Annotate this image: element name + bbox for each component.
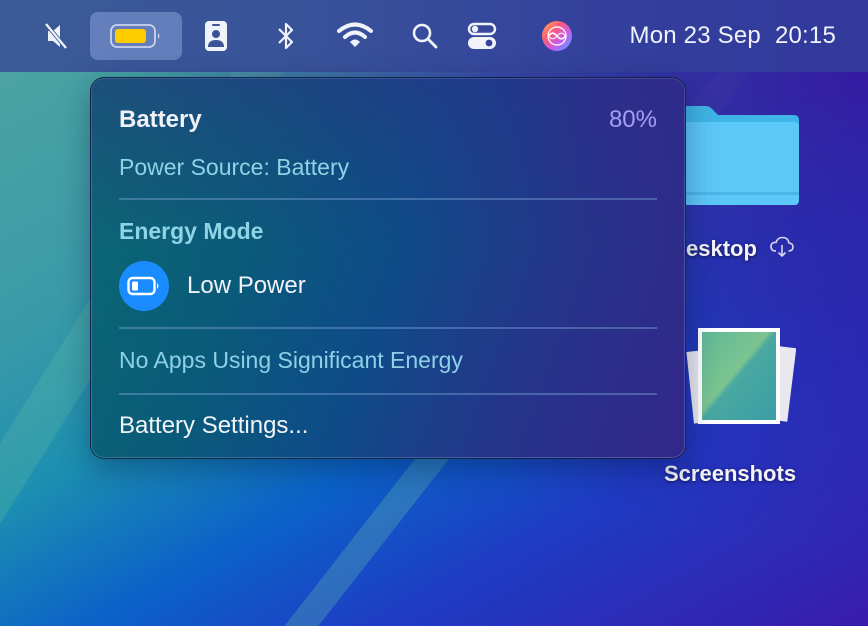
divider — [119, 393, 657, 395]
toggle-switches-icon — [467, 22, 497, 49]
id-badge-icon — [205, 21, 227, 51]
bluetooth-button[interactable] — [270, 12, 302, 60]
low-power-battery-icon — [119, 261, 169, 311]
screenshots-folder-icon[interactable] — [686, 326, 797, 430]
battery-menu-button[interactable] — [90, 12, 182, 60]
screenshots-folder-label[interactable]: Screenshots — [664, 461, 796, 487]
menu-bar-clock[interactable]: Mon 23 Sep 20:15 — [630, 12, 836, 60]
energy-mode-label: Low Power — [187, 272, 306, 299]
wifi-icon — [337, 22, 373, 47]
battery-percent: 80% — [608, 106, 657, 133]
siri-button[interactable] — [538, 12, 576, 60]
icloud-download-icon — [769, 236, 795, 264]
desktop-folder-icon[interactable] — [676, 104, 800, 208]
speaker-muted-icon — [44, 22, 68, 50]
contact-card-button[interactable] — [200, 12, 232, 60]
battery-settings-menu-item[interactable]: Battery Settings... — [119, 412, 657, 440]
image-stack-icon — [686, 328, 797, 424]
clock-time: 20:15 — [774, 22, 836, 49]
desktop-folder-label[interactable]: esktop — [686, 236, 795, 264]
sound-muted-button[interactable] — [38, 12, 74, 60]
battery-icon — [110, 24, 160, 48]
wifi-button[interactable] — [334, 12, 376, 60]
folder-icon — [676, 106, 799, 205]
energy-mode-header: Energy Mode — [119, 218, 264, 244]
clock-date: Mon 23 Sep — [629, 22, 761, 49]
spotlight-button[interactable] — [408, 12, 442, 60]
divider — [119, 198, 657, 200]
battery-popover: Battery 80% Power Source: Battery Energy… — [90, 77, 686, 459]
battery-level-fill — [115, 29, 146, 43]
popover-title: Battery — [119, 106, 202, 133]
divider — [119, 327, 657, 329]
power-source-text: Power Source: Battery — [119, 154, 350, 180]
menu-bar: Mon 23 Sep 20:15 — [0, 0, 868, 72]
apps-energy-status: No Apps Using Significant Energy — [119, 347, 463, 373]
control-center-button[interactable] — [464, 12, 500, 60]
siri-icon — [542, 21, 572, 51]
bluetooth-icon — [278, 22, 294, 50]
low-power-mode-toggle[interactable]: Low Power — [119, 261, 657, 311]
search-icon — [412, 23, 438, 49]
